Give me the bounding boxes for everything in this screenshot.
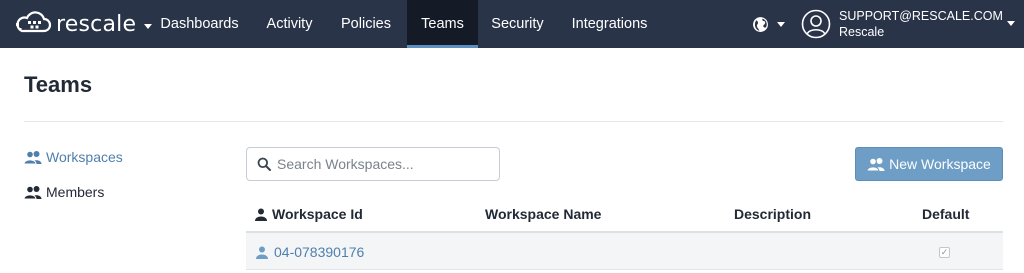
users-icon: [867, 157, 885, 171]
sidebar-item-members[interactable]: Members: [24, 182, 104, 202]
column-header-label: Workspace Id: [272, 206, 363, 222]
user-org: Rescale: [839, 25, 885, 39]
nav-dashboards[interactable]: Dashboards: [150, 0, 249, 48]
default-checkbox[interactable]: ✓: [939, 247, 950, 258]
sidebar-item-label: Members: [46, 184, 105, 200]
search-icon: [257, 157, 271, 171]
column-header-description[interactable]: Description: [734, 206, 811, 222]
workspace-id-link[interactable]: 04-078390176: [256, 244, 364, 260]
user-info: SUPPORT@RESCALE.COM Rescale: [839, 8, 1003, 40]
user-email: SUPPORT@RESCALE.COM: [839, 9, 1003, 23]
avatar-icon: [801, 9, 831, 39]
search-box: [246, 147, 500, 181]
user-menu[interactable]: SUPPORT@RESCALE.COM Rescale: [801, 7, 1015, 41]
globe-icon: [753, 16, 768, 32]
column-header-workspace-name[interactable]: Workspace Name: [485, 206, 601, 222]
new-workspace-button[interactable]: New Workspace: [855, 147, 1003, 181]
nav-activity[interactable]: Activity: [254, 0, 325, 48]
nav-policies[interactable]: Policies: [329, 0, 403, 48]
column-header-default[interactable]: Default: [922, 206, 969, 222]
chevron-down-icon: [777, 21, 785, 27]
table-row: 04-078390176 ✓: [246, 233, 1003, 270]
users-icon: [24, 185, 42, 199]
page-title: Teams: [24, 72, 93, 97]
rescale-logo-icon: [16, 11, 52, 33]
user-icon: [255, 208, 267, 221]
nav-integrations[interactable]: Integrations: [561, 0, 658, 48]
column-header-workspace-id[interactable]: Workspace Id: [255, 206, 363, 222]
chevron-down-icon: [1007, 21, 1015, 26]
brand-menu[interactable]: rescale: [14, 10, 153, 38]
brand-name: rescale: [56, 11, 137, 37]
users-icon: [24, 150, 42, 164]
nav-teams[interactable]: Teams: [407, 0, 478, 48]
nav-security[interactable]: Security: [480, 0, 555, 48]
user-icon: [256, 246, 268, 259]
workspace-id: 04-078390176: [274, 244, 365, 260]
sidebar-item-workspaces[interactable]: Workspaces: [24, 147, 123, 167]
search-input[interactable]: [277, 156, 497, 172]
new-workspace-label: New Workspace: [889, 156, 991, 172]
sidebar-item-label: Workspaces: [46, 149, 123, 165]
divider: [24, 121, 1003, 122]
top-navbar: rescale Dashboards Activity Policies Tea…: [0, 0, 1024, 48]
language-menu[interactable]: [752, 14, 786, 34]
